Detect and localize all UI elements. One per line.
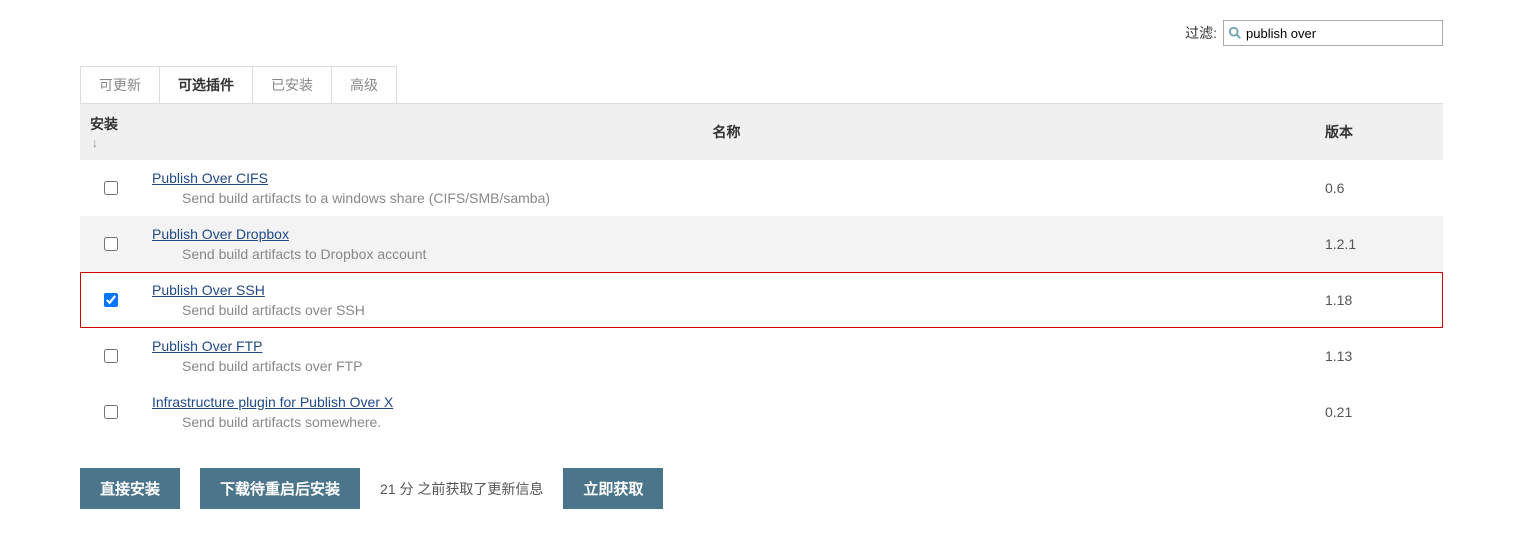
plugin-link[interactable]: Publish Over CIFS xyxy=(152,170,268,186)
install-checkbox[interactable] xyxy=(104,349,118,363)
plugin-description: Send build artifacts to Dropbox account xyxy=(152,246,1301,262)
plugin-description: Send build artifacts over SSH xyxy=(152,302,1301,318)
cell-install xyxy=(80,272,140,328)
install-checkbox[interactable] xyxy=(104,181,118,195)
plugin-link[interactable]: Infrastructure plugin for Publish Over X xyxy=(152,394,393,410)
plugin-link[interactable]: Publish Over Dropbox xyxy=(152,226,289,242)
table-row: Publish Over Dropbox Send build artifacts… xyxy=(80,216,1443,272)
cell-name: Publish Over Dropbox Send build artifacts… xyxy=(140,216,1313,272)
update-info-text: 21 分 之前获取了更新信息 xyxy=(380,479,543,499)
plugin-description: Send build artifacts over FTP xyxy=(152,358,1301,374)
header-name[interactable]: 名称 xyxy=(140,104,1313,161)
sort-indicator-icon: ↓ xyxy=(92,136,98,150)
tabs: 可更新 可选插件 已安装 高级 xyxy=(80,66,1443,103)
table-row: Publish Over SSH Send build artifacts ove… xyxy=(80,272,1443,328)
cell-install xyxy=(80,328,140,384)
tab-updates[interactable]: 可更新 xyxy=(80,66,160,103)
tab-available[interactable]: 可选插件 xyxy=(159,66,253,103)
plugin-description: Send build artifacts to a windows share … xyxy=(152,190,1301,206)
cell-version: 0.6 xyxy=(1313,160,1443,216)
table-row: Infrastructure plugin for Publish Over X… xyxy=(80,384,1443,440)
plugins-table: 安装 ↓ 名称 版本 Publish Over CIFS Send build a… xyxy=(80,103,1443,440)
table-row: Publish Over CIFS Send build artifacts to… xyxy=(80,160,1443,216)
filter-input[interactable] xyxy=(1242,26,1442,41)
search-icon xyxy=(1228,26,1242,40)
cell-version: 1.13 xyxy=(1313,328,1443,384)
cell-name: Publish Over CIFS Send build artifacts to… xyxy=(140,160,1313,216)
check-now-button[interactable]: 立即获取 xyxy=(563,468,663,509)
plugin-link[interactable]: Publish Over FTP xyxy=(152,338,262,354)
table-row: Publish Over FTP Send build artifacts ove… xyxy=(80,328,1443,384)
header-install[interactable]: 安装 ↓ xyxy=(80,104,140,161)
bottom-bar: 直接安装 下载待重启后安装 21 分 之前获取了更新信息 立即获取 xyxy=(80,468,1443,509)
tab-installed[interactable]: 已安装 xyxy=(252,66,332,103)
cell-version: 1.18 xyxy=(1313,272,1443,328)
filter-label: 过滤: xyxy=(1185,23,1217,43)
cell-name: Publish Over FTP Send build artifacts ove… xyxy=(140,328,1313,384)
install-checkbox[interactable] xyxy=(104,237,118,251)
filter-input-wrap[interactable] xyxy=(1223,20,1443,46)
plugin-link[interactable]: Publish Over SSH xyxy=(152,282,265,298)
plugin-description: Send build artifacts somewhere. xyxy=(152,414,1301,430)
cell-install xyxy=(80,216,140,272)
cell-name: Publish Over SSH Send build artifacts ove… xyxy=(140,272,1313,328)
tab-advanced[interactable]: 高级 xyxy=(331,66,397,103)
download-restart-button[interactable]: 下载待重启后安装 xyxy=(200,468,360,509)
install-now-button[interactable]: 直接安装 xyxy=(80,468,180,509)
header-version[interactable]: 版本 xyxy=(1313,104,1443,161)
install-checkbox[interactable] xyxy=(104,293,118,307)
cell-install xyxy=(80,160,140,216)
cell-version: 1.2.1 xyxy=(1313,216,1443,272)
filter-bar: 过滤: xyxy=(80,20,1443,46)
cell-version: 0.21 xyxy=(1313,384,1443,440)
cell-name: Infrastructure plugin for Publish Over X… xyxy=(140,384,1313,440)
cell-install xyxy=(80,384,140,440)
install-checkbox[interactable] xyxy=(104,405,118,419)
